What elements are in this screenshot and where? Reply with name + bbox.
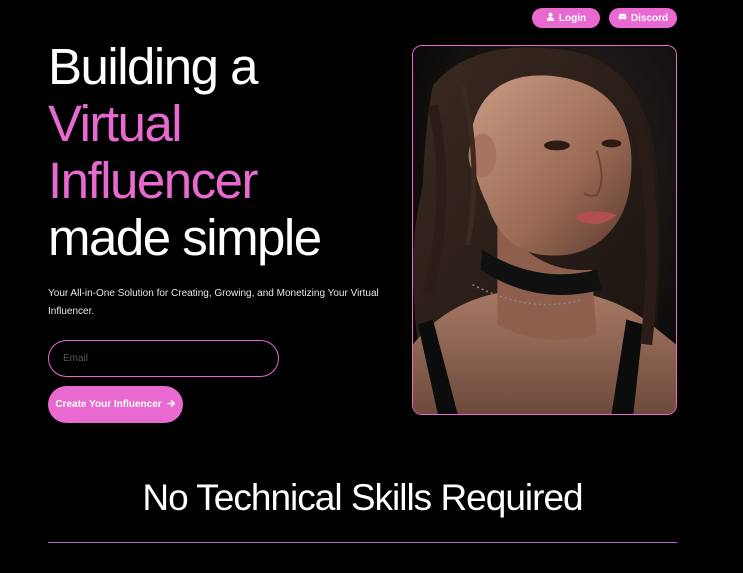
discord-icon — [618, 12, 627, 24]
section-divider — [48, 542, 677, 543]
login-button[interactable]: Login — [532, 8, 600, 28]
hero-title-line-3: Influencer — [48, 152, 258, 209]
influencer-portrait — [412, 45, 677, 415]
hero-title-line-2: Virtual — [48, 95, 183, 152]
hero-title-line-4: made simple — [48, 209, 322, 266]
email-field[interactable] — [48, 340, 279, 377]
section-title: No Technical Skills Required — [142, 477, 583, 518]
discord-button[interactable]: Discord — [609, 8, 677, 28]
discord-label: Discord — [630, 12, 669, 24]
portrait-image — [413, 46, 676, 414]
arrow-right-icon — [166, 399, 176, 411]
hero-title-line-1: Building a — [48, 38, 258, 95]
user-icon — [546, 12, 555, 24]
login-label: Login — [558, 12, 587, 24]
hero-subtitle: Your All-in-One Solution for Creating, G… — [48, 288, 379, 317]
cta-label: Create Your Influencer — [55, 399, 162, 410]
create-influencer-button[interactable]: Create Your Influencer — [48, 386, 183, 423]
top-nav: Login Discord — [532, 8, 677, 28]
hero-title: Building a Virtual Influencer made simpl… — [48, 38, 322, 266]
